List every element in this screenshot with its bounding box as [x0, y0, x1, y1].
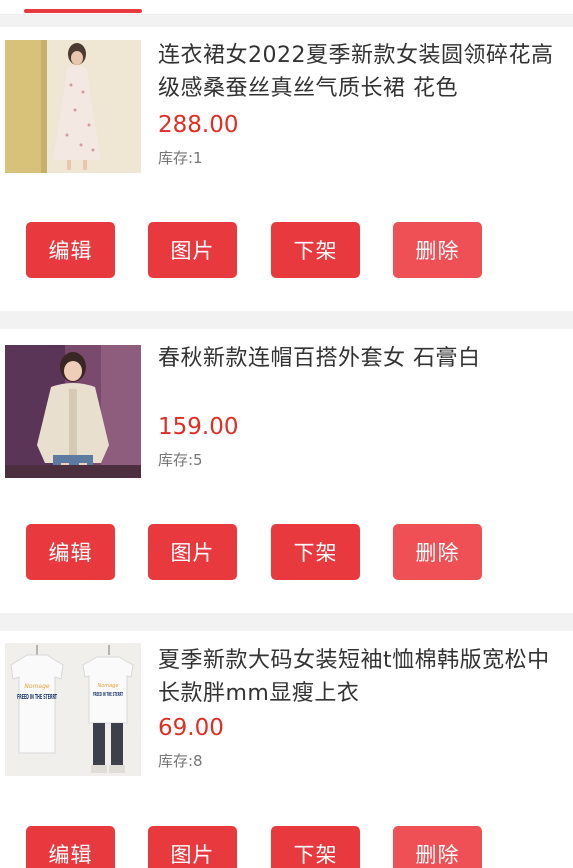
delist-button[interactable]: 下架	[271, 524, 360, 580]
product-stock: 库存:8	[158, 752, 203, 770]
tshirt-photo-icon: Nomage FREED IN THE STERRT Nomage FREED …	[5, 643, 141, 776]
product-card: Nomage FREED IN THE STERRT Nomage FREED …	[0, 631, 573, 868]
jacket-photo-icon	[5, 345, 141, 478]
active-tab-indicator	[24, 9, 142, 13]
product-image[interactable]	[5, 40, 141, 173]
product-title[interactable]: 春秋新款连帽百搭外套女 石膏白	[158, 342, 570, 375]
tshirt-print-text: FREED IN THE STERRT	[93, 692, 123, 698]
edit-button[interactable]: 编辑	[26, 826, 115, 868]
product-title[interactable]: 夏季新款大码女装短袖t恤棉韩版宽松中长款胖mm显瘦上衣	[158, 644, 570, 710]
delete-button[interactable]: 删除	[393, 524, 482, 580]
edit-button[interactable]: 编辑	[26, 524, 115, 580]
edit-button[interactable]: 编辑	[26, 222, 115, 278]
product-card: 春秋新款连帽百搭外套女 石膏白 159.00 库存:5 编辑 图片 下架 删除	[0, 329, 573, 613]
product-price: 288.00	[158, 112, 239, 138]
product-price: 159.00	[158, 414, 239, 440]
product-manage-page: 连衣裙女2022夏季新款女装圆领碎花高级感桑蚕丝真丝气质长裙 花色 288.00…	[0, 0, 573, 868]
images-button[interactable]: 图片	[148, 524, 237, 580]
product-image[interactable]	[5, 345, 141, 478]
product-price: 69.00	[158, 715, 224, 741]
delist-button[interactable]: 下架	[271, 826, 360, 868]
product-title[interactable]: 连衣裙女2022夏季新款女装圆领碎花高级感桑蚕丝真丝气质长裙 花色	[158, 39, 570, 105]
svg-text:Nomage: Nomage	[98, 683, 119, 689]
tshirt-print-text: FREED IN THE STERRT	[17, 693, 57, 701]
product-stock: 库存:1	[158, 149, 203, 167]
images-button[interactable]: 图片	[148, 222, 237, 278]
product-image[interactable]: Nomage FREED IN THE STERRT Nomage FREED …	[5, 643, 141, 776]
print-brand: Nomage	[24, 683, 49, 690]
images-button[interactable]: 图片	[148, 826, 237, 868]
dress-photo-icon	[5, 40, 141, 173]
delist-button[interactable]: 下架	[271, 222, 360, 278]
delete-button[interactable]: 删除	[393, 222, 482, 278]
tab-bar	[0, 0, 573, 15]
delete-button[interactable]: 删除	[393, 826, 482, 868]
product-stock: 库存:5	[158, 451, 203, 469]
product-card: 连衣裙女2022夏季新款女装圆领碎花高级感桑蚕丝真丝气质长裙 花色 288.00…	[0, 27, 573, 311]
